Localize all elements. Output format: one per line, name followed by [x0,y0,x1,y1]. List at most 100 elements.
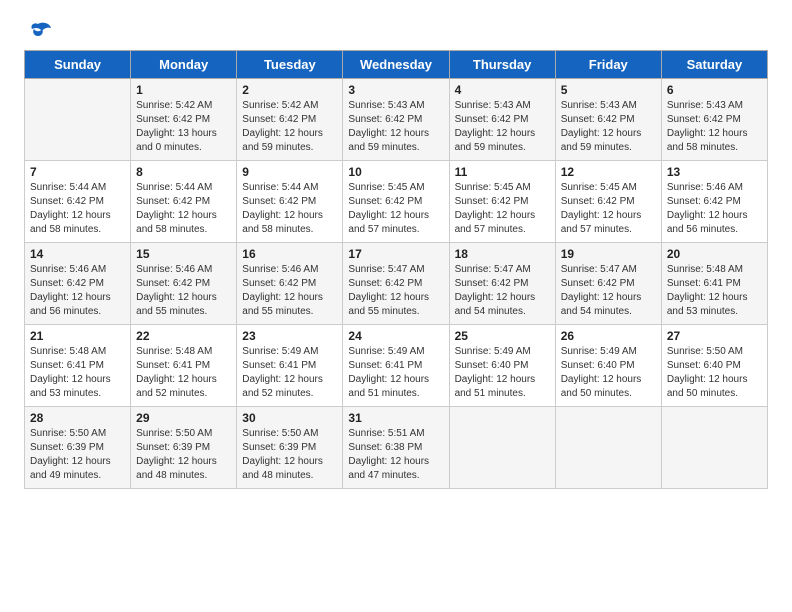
day-number: 15 [136,247,231,261]
day-info: Sunrise: 5:48 AMSunset: 6:41 PMDaylight:… [30,346,111,399]
calendar-cell: 15 Sunrise: 5:46 AMSunset: 6:42 PMDayligh… [131,243,237,325]
day-number: 16 [242,247,337,261]
day-info: Sunrise: 5:47 AMSunset: 6:42 PMDaylight:… [561,264,642,317]
calendar-cell [555,407,661,489]
day-info: Sunrise: 5:42 AMSunset: 6:42 PMDaylight:… [136,100,217,153]
header-day-thursday: Thursday [449,51,555,79]
day-info: Sunrise: 5:45 AMSunset: 6:42 PMDaylight:… [348,182,429,235]
day-info: Sunrise: 5:44 AMSunset: 6:42 PMDaylight:… [136,182,217,235]
day-info: Sunrise: 5:50 AMSunset: 6:40 PMDaylight:… [667,346,748,399]
day-info: Sunrise: 5:42 AMSunset: 6:42 PMDaylight:… [242,100,323,153]
day-info: Sunrise: 5:50 AMSunset: 6:39 PMDaylight:… [30,428,111,481]
calendar-cell: 9 Sunrise: 5:44 AMSunset: 6:42 PMDaylight… [237,161,343,243]
day-number: 14 [30,247,125,261]
day-info: Sunrise: 5:47 AMSunset: 6:42 PMDaylight:… [455,264,536,317]
header-day-wednesday: Wednesday [343,51,449,79]
calendar-cell: 16Sunrise: 5:46 AMSunset: 6:42 PMDayligh… [237,243,343,325]
day-info: Sunrise: 5:44 AMSunset: 6:42 PMDaylight:… [30,182,111,235]
calendar-header-row: SundayMondayTuesdayWednesdayThursdayFrid… [25,51,768,79]
calendar-table: SundayMondayTuesdayWednesdayThursdayFrid… [24,50,768,489]
day-number: 18 [455,247,550,261]
calendar-cell: 6Sunrise: 5:43 AMSunset: 6:42 PMDaylight… [661,79,767,161]
day-info: Sunrise: 5:49 AMSunset: 6:40 PMDaylight:… [561,346,642,399]
day-number: 28 [30,411,125,425]
day-info: Sunrise: 5:46 AMSunset: 6:42 PMDaylight:… [136,264,217,317]
day-number: 21 [30,329,125,343]
calendar-cell: 4 Sunrise: 5:43 AMSunset: 6:42 PMDaylight… [449,79,555,161]
calendar-cell: 19 Sunrise: 5:47 AMSunset: 6:42 PMDayligh… [555,243,661,325]
day-info: Sunrise: 5:49 AMSunset: 6:40 PMDaylight:… [455,346,536,399]
header-day-friday: Friday [555,51,661,79]
day-number: 12 [561,165,656,179]
calendar-cell: 20Sunrise: 5:48 AMSunset: 6:41 PMDayligh… [661,243,767,325]
day-info: Sunrise: 5:43 AMSunset: 6:42 PMDaylight:… [561,100,642,153]
logo [24,20,56,42]
day-info: Sunrise: 5:47 AMSunset: 6:42 PMDaylight:… [348,264,429,317]
header-day-monday: Monday [131,51,237,79]
calendar-cell: 1 Sunrise: 5:42 AMSunset: 6:42 PMDaylight… [131,79,237,161]
calendar-cell: 3Sunrise: 5:43 AMSunset: 6:42 PMDaylight… [343,79,449,161]
calendar-cell: 21 Sunrise: 5:48 AMSunset: 6:41 PMDayligh… [25,325,131,407]
day-number: 2 [242,83,337,97]
calendar-cell: 2 Sunrise: 5:42 AMSunset: 6:42 PMDaylight… [237,79,343,161]
day-number: 3 [348,83,443,97]
calendar-cell: 7 Sunrise: 5:44 AMSunset: 6:42 PMDaylight… [25,161,131,243]
day-info: Sunrise: 5:48 AMSunset: 6:41 PMDaylight:… [136,346,217,399]
day-number: 4 [455,83,550,97]
calendar-cell: 11 Sunrise: 5:45 AMSunset: 6:42 PMDayligh… [449,161,555,243]
day-number: 31 [348,411,443,425]
header-day-sunday: Sunday [25,51,131,79]
day-info: Sunrise: 5:50 AMSunset: 6:39 PMDaylight:… [242,428,323,481]
day-number: 23 [242,329,337,343]
calendar-cell: 14 Sunrise: 5:46 AMSunset: 6:42 PMDayligh… [25,243,131,325]
day-info: Sunrise: 5:44 AMSunset: 6:42 PMDaylight:… [242,182,323,235]
calendar-cell: 17 Sunrise: 5:47 AMSunset: 6:42 PMDayligh… [343,243,449,325]
calendar-cell: 18 Sunrise: 5:47 AMSunset: 6:42 PMDayligh… [449,243,555,325]
day-number: 8 [136,165,231,179]
day-info: Sunrise: 5:46 AMSunset: 6:42 PMDaylight:… [30,264,111,317]
calendar-cell: 13Sunrise: 5:46 AMSunset: 6:42 PMDayligh… [661,161,767,243]
day-info: Sunrise: 5:49 AMSunset: 6:41 PMDaylight:… [242,346,323,399]
calendar-week-1: 1 Sunrise: 5:42 AMSunset: 6:42 PMDaylight… [25,79,768,161]
header-day-saturday: Saturday [661,51,767,79]
calendar-cell: 29 Sunrise: 5:50 AMSunset: 6:39 PMDayligh… [131,407,237,489]
day-number: 19 [561,247,656,261]
header [24,20,768,42]
calendar-cell: 27 Sunrise: 5:50 AMSunset: 6:40 PMDayligh… [661,325,767,407]
day-number: 9 [242,165,337,179]
day-info: Sunrise: 5:50 AMSunset: 6:39 PMDaylight:… [136,428,217,481]
day-number: 17 [348,247,443,261]
day-number: 22 [136,329,231,343]
day-number: 1 [136,83,231,97]
calendar-cell: 8 Sunrise: 5:44 AMSunset: 6:42 PMDaylight… [131,161,237,243]
header-day-tuesday: Tuesday [237,51,343,79]
day-info: Sunrise: 5:46 AMSunset: 6:42 PMDaylight:… [667,182,748,235]
calendar-cell: 22 Sunrise: 5:48 AMSunset: 6:41 PMDayligh… [131,325,237,407]
calendar-week-5: 28 Sunrise: 5:50 AMSunset: 6:39 PMDayligh… [25,407,768,489]
day-number: 10 [348,165,443,179]
day-info: Sunrise: 5:45 AMSunset: 6:42 PMDaylight:… [561,182,642,235]
calendar-cell [661,407,767,489]
day-number: 20 [667,247,762,261]
day-number: 26 [561,329,656,343]
day-number: 25 [455,329,550,343]
day-number: 11 [455,165,550,179]
calendar-cell [25,79,131,161]
day-number: 29 [136,411,231,425]
logo-bird-icon [24,20,52,42]
day-info: Sunrise: 5:51 AMSunset: 6:38 PMDaylight:… [348,428,429,481]
calendar-cell: 30 Sunrise: 5:50 AMSunset: 6:39 PMDayligh… [237,407,343,489]
calendar-cell [449,407,555,489]
day-number: 5 [561,83,656,97]
day-number: 6 [667,83,762,97]
calendar-cell: 5 Sunrise: 5:43 AMSunset: 6:42 PMDaylight… [555,79,661,161]
calendar-week-2: 7 Sunrise: 5:44 AMSunset: 6:42 PMDaylight… [25,161,768,243]
day-info: Sunrise: 5:45 AMSunset: 6:42 PMDaylight:… [455,182,536,235]
day-info: Sunrise: 5:43 AMSunset: 6:42 PMDaylight:… [455,100,536,153]
day-number: 27 [667,329,762,343]
calendar-cell: 10 Sunrise: 5:45 AMSunset: 6:42 PMDayligh… [343,161,449,243]
calendar-week-4: 21 Sunrise: 5:48 AMSunset: 6:41 PMDayligh… [25,325,768,407]
calendar-cell: 26 Sunrise: 5:49 AMSunset: 6:40 PMDayligh… [555,325,661,407]
day-number: 7 [30,165,125,179]
day-number: 30 [242,411,337,425]
